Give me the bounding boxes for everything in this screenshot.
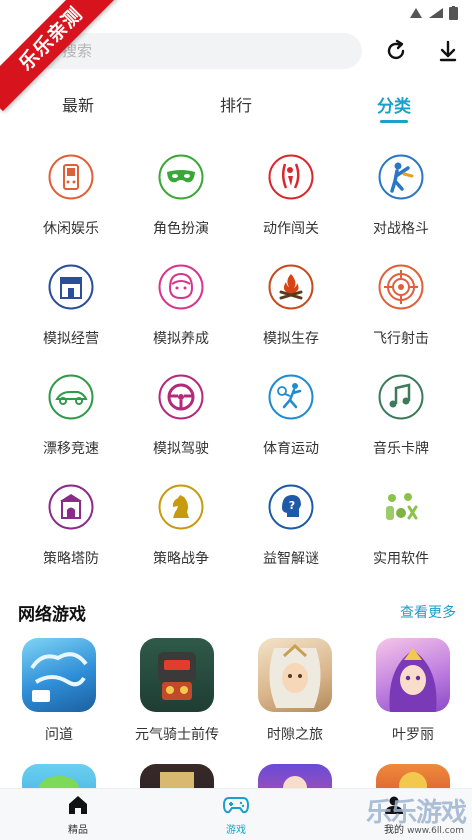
category-label: 策略塔防 xyxy=(43,551,99,567)
svg-text:?: ? xyxy=(289,499,295,512)
wifi-icon xyxy=(429,8,443,18)
watermark: 乐乐游戏 www.6ll.com xyxy=(350,796,468,836)
girl-icon xyxy=(158,264,204,310)
watermark-text: 乐乐游戏 xyxy=(365,798,467,828)
music-note-icon xyxy=(378,374,424,420)
race-car-icon xyxy=(48,374,94,420)
steering-wheel-icon xyxy=(158,374,204,420)
nav-item-games[interactable]: 游戏 xyxy=(196,795,276,836)
signal-icon xyxy=(410,8,422,18)
game-name: 元气骑士前传 xyxy=(135,727,219,743)
soul-knight-icon xyxy=(140,638,214,712)
category-puzzle[interactable]: ? 益智解谜 xyxy=(236,484,346,584)
tennis-icon xyxy=(268,374,314,420)
kick-icon xyxy=(378,154,424,200)
category-fighting[interactable]: 对战格斗 xyxy=(346,154,456,254)
tab-category[interactable]: 分类 xyxy=(354,92,434,117)
category-label: 音乐卡牌 xyxy=(373,441,429,457)
category-shooting[interactable]: 飞行射击 xyxy=(346,264,456,364)
corner-banner: 乐乐亲测 xyxy=(0,0,120,120)
section-title: 网络游戏 xyxy=(18,605,86,625)
category-management[interactable]: 模拟经营 xyxy=(16,264,126,364)
category-action[interactable]: 动作闯关 xyxy=(236,154,346,254)
tab-underline xyxy=(380,120,408,123)
category-raising[interactable]: 模拟养成 xyxy=(126,264,236,364)
category-label: 益智解谜 xyxy=(263,551,319,567)
category-rpg[interactable]: 角色扮演 xyxy=(126,154,236,254)
battery-icon xyxy=(449,6,458,20)
category-label: 漂移竞速 xyxy=(43,441,99,457)
category-label: 休闲娱乐 xyxy=(43,221,99,237)
corner-banner-text: 乐乐亲测 xyxy=(0,0,120,112)
category-label: 模拟养成 xyxy=(153,331,209,347)
nav-item-featured[interactable]: 精品 xyxy=(38,795,118,836)
handheld-console-icon xyxy=(48,154,94,200)
category-tools[interactable]: 实用软件 xyxy=(346,484,456,584)
category-label: 体育运动 xyxy=(263,441,319,457)
target-icon xyxy=(378,264,424,310)
category-label: 飞行射击 xyxy=(373,331,429,347)
section-header: 网络游戏 查看更多 xyxy=(0,600,472,625)
time-journey-icon xyxy=(258,638,332,712)
watermark-url: www.6ll.com xyxy=(407,826,464,836)
refresh-icon[interactable] xyxy=(384,39,408,63)
tab-ranking[interactable]: 排行 xyxy=(196,92,276,116)
game-row: 问道 元气骑士前传 时隙之旅 叶罗丽 xyxy=(0,638,472,748)
home-icon xyxy=(69,796,87,814)
category-racing[interactable]: 漂移竞速 xyxy=(16,374,126,474)
fighter-icon xyxy=(268,154,314,200)
category-survival[interactable]: 模拟生存 xyxy=(236,264,346,364)
game-name: 叶罗丽 xyxy=(392,727,434,743)
category-label: 角色扮演 xyxy=(153,221,209,237)
download-icon[interactable] xyxy=(436,39,460,63)
campfire-icon xyxy=(268,264,314,310)
view-more-link[interactable]: 查看更多 xyxy=(400,602,456,622)
category-label: 实用软件 xyxy=(373,551,429,567)
tools-icon xyxy=(386,493,418,520)
category-label: 策略战争 xyxy=(153,551,209,567)
category-label: 对战格斗 xyxy=(373,221,429,237)
nav-label: 精品 xyxy=(68,825,88,836)
category-label: 模拟经营 xyxy=(43,331,99,347)
game-name: 问道 xyxy=(45,727,73,743)
category-tower-defense[interactable]: 策略塔防 xyxy=(16,484,126,584)
category-sports[interactable]: 体育运动 xyxy=(236,374,346,474)
category-label: 动作闯关 xyxy=(263,221,319,237)
nav-label: 游戏 xyxy=(226,825,246,836)
game-name: 时隙之旅 xyxy=(267,727,323,743)
shop-icon xyxy=(48,264,94,310)
category-music[interactable]: 音乐卡牌 xyxy=(346,374,456,474)
gamepad-icon xyxy=(222,797,250,814)
mask-icon xyxy=(158,154,204,200)
category-driving[interactable]: 模拟驾驶 xyxy=(126,374,236,474)
category-label: 模拟生存 xyxy=(263,331,319,347)
question-head-icon: ? xyxy=(268,484,314,530)
yeloli-icon xyxy=(376,638,450,712)
category-casual[interactable]: 休闲娱乐 xyxy=(16,154,126,254)
category-strategy-war[interactable]: 策略战争 xyxy=(126,484,236,584)
category-label: 模拟驾驶 xyxy=(153,441,209,457)
chess-knight-icon xyxy=(158,484,204,530)
tower-icon xyxy=(48,484,94,530)
wendao-game-icon xyxy=(22,638,96,712)
